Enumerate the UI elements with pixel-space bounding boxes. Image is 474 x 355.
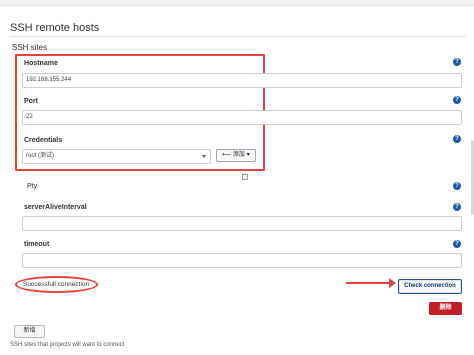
arrow-right-icon [346,278,396,288]
port-label: Port [24,98,38,105]
key-icon: ⟵ [222,152,231,158]
credentials-selected-value: root (测试) [26,153,55,159]
section-divider [10,36,466,37]
add-credential-button[interactable]: ⟵ 添加 ▾ [216,149,256,162]
server-alive-interval-label: serverAliveInterval [24,204,87,211]
help-icon[interactable]: ? [453,203,461,211]
timeout-label: timeout [24,241,50,248]
credentials-label: Credentials [24,137,63,144]
hostname-label: Hostname [24,60,58,67]
help-icon[interactable]: ? [453,96,461,104]
chevron-down-icon [202,155,206,158]
delete-button[interactable]: 删除 [429,302,462,315]
ssh-config-page: SSH remote hosts SSH sites Hostname ? 19… [0,0,474,355]
port-field[interactable]: 22 [22,110,462,125]
check-connection-button[interactable]: Check connection [398,279,462,294]
help-icon[interactable]: ? [453,240,461,248]
chevron-down-icon: ▾ [246,152,250,158]
pty-checkbox[interactable] [242,174,248,180]
help-icon[interactable]: ? [453,135,461,143]
help-icon[interactable]: ? [453,182,461,190]
connection-status-message: Successfull connection [23,281,90,288]
server-alive-interval-field[interactable] [22,216,462,231]
credentials-select[interactable]: root (测试) [22,149,211,164]
help-icon[interactable]: ? [453,58,461,66]
footer-help-text: SSH sites that projects will want to con… [10,342,125,348]
add-button-label: 添加 [232,152,245,158]
top-strip [0,0,474,6]
section-title: SSH remote hosts [10,22,100,34]
new-button[interactable]: 新增 [14,325,45,338]
section-subheader: SSH sites [12,43,48,52]
pty-label: Pty [27,183,38,190]
timeout-field[interactable] [22,253,462,268]
hostname-field[interactable]: 192.168.155.244 [22,73,462,88]
